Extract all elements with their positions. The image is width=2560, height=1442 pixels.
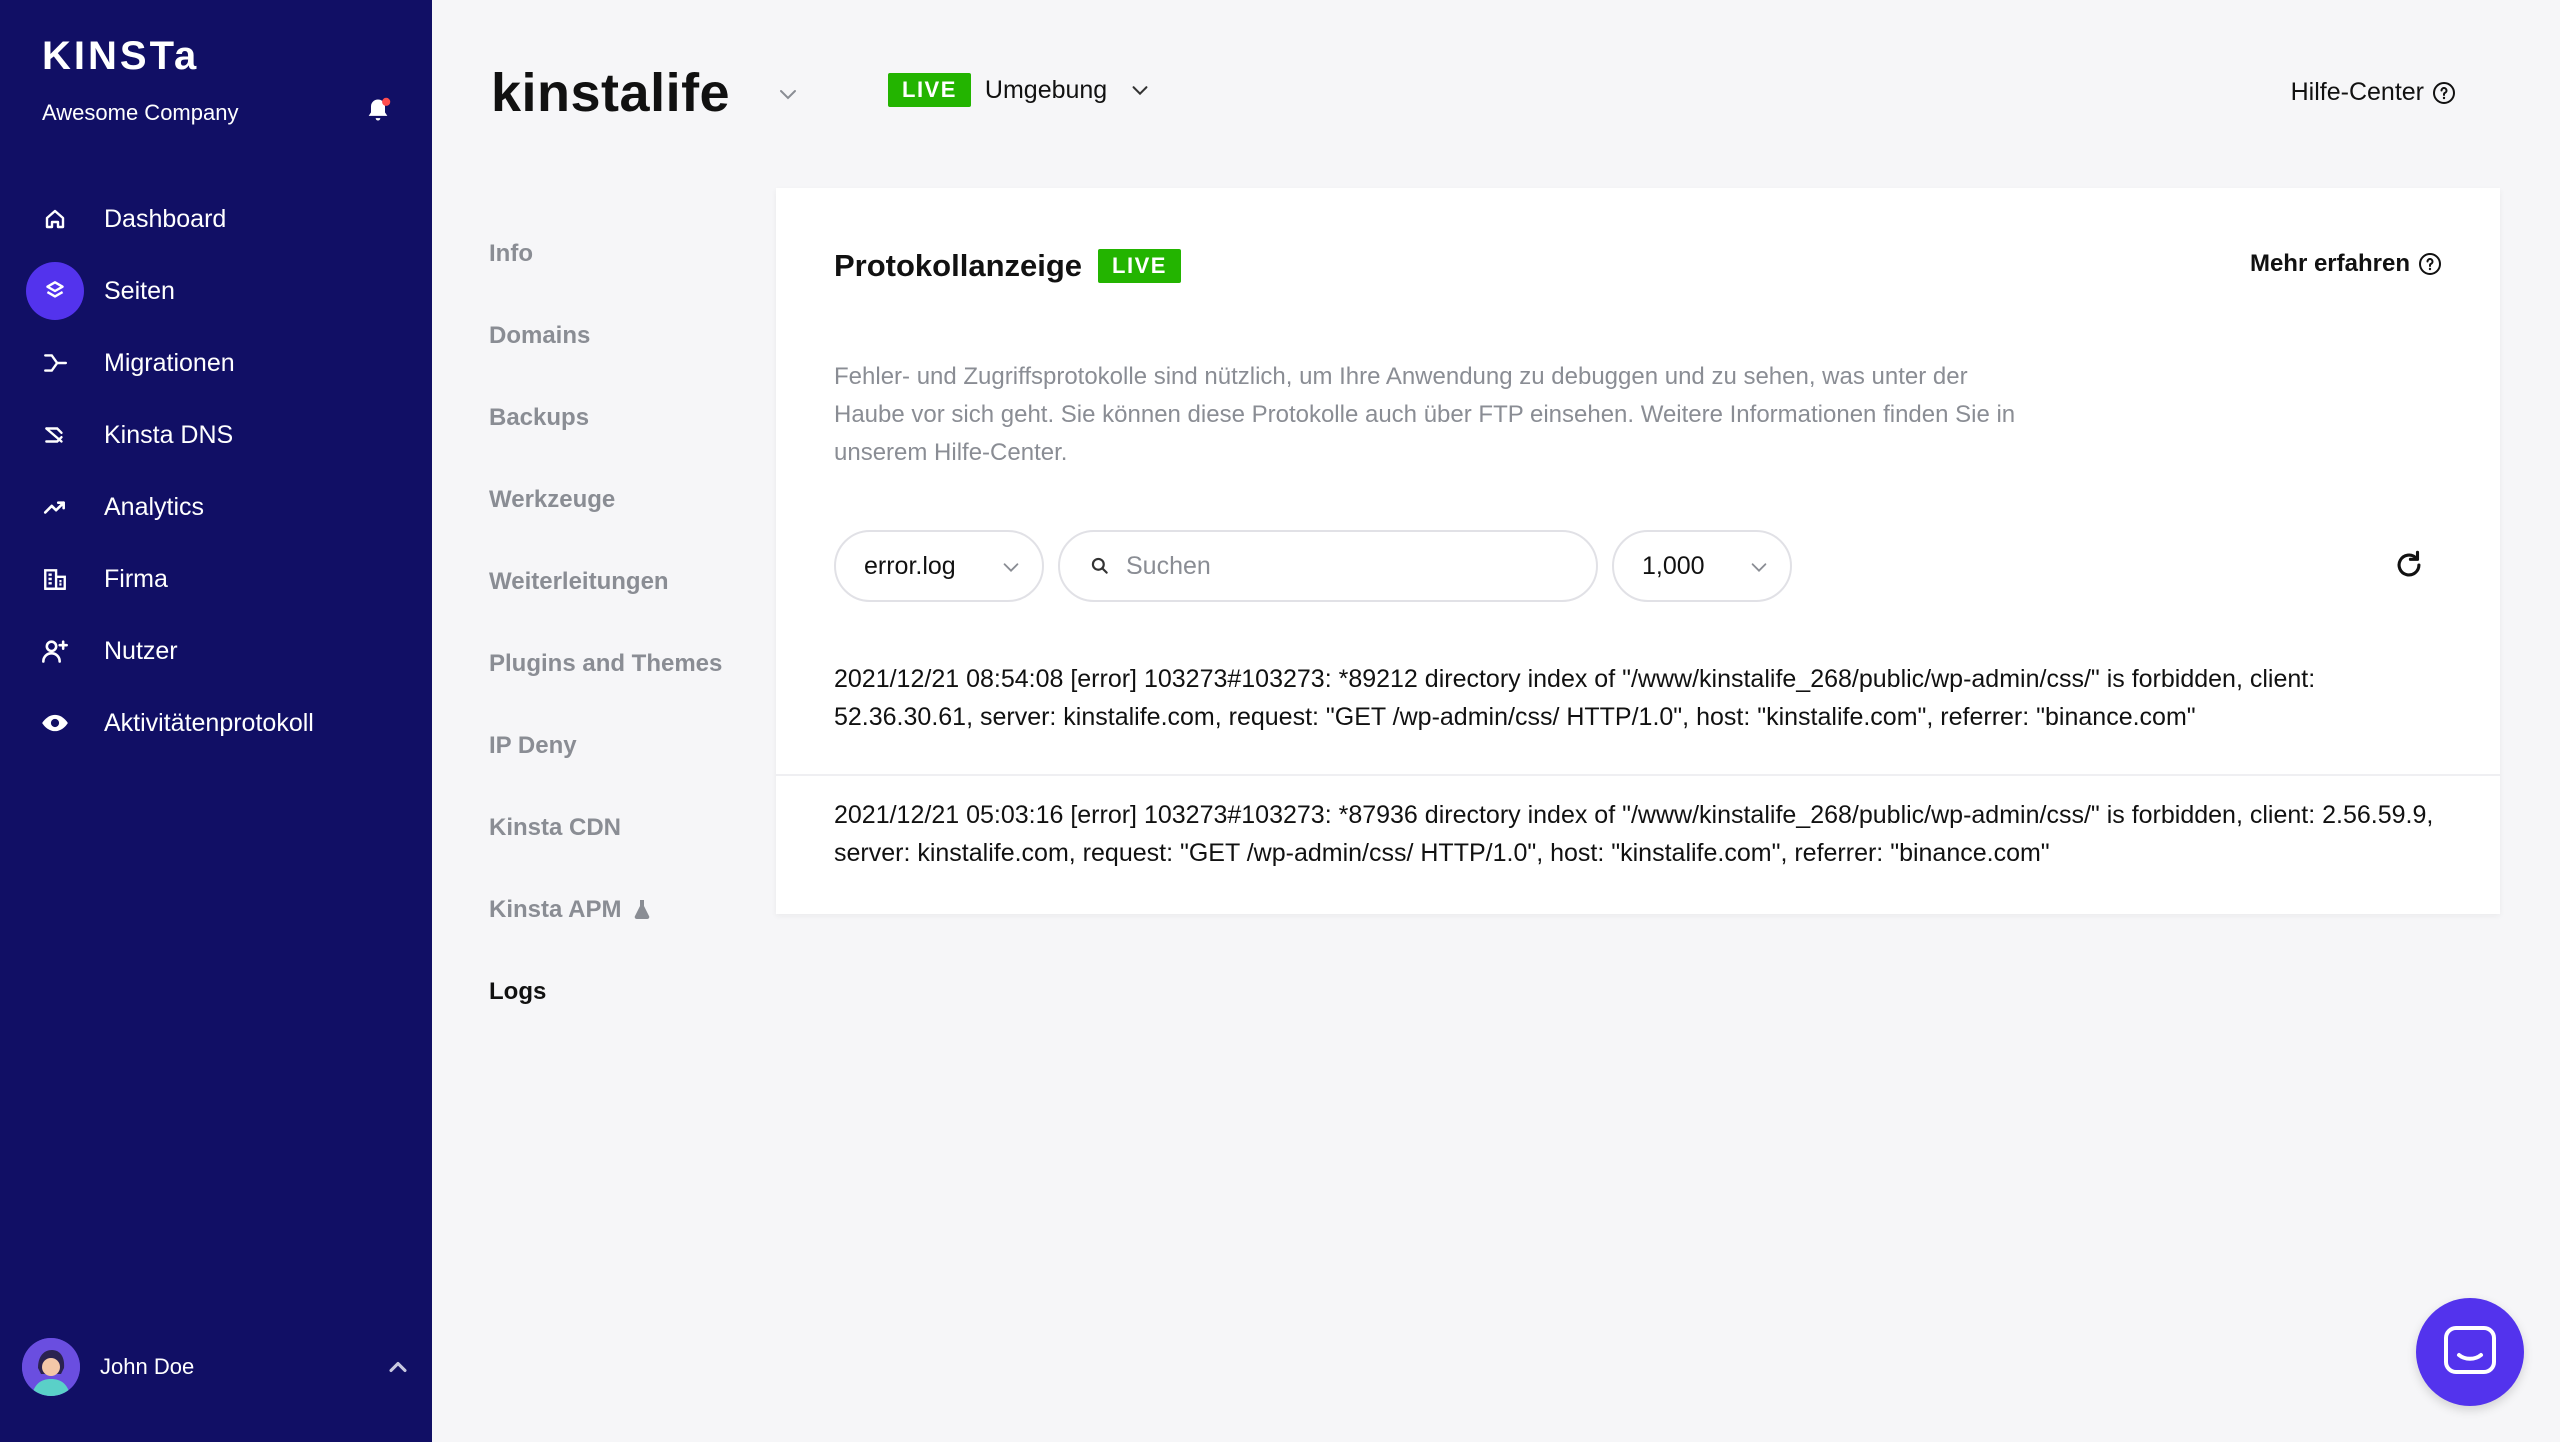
- bell-icon[interactable]: [364, 96, 392, 124]
- environment-selector[interactable]: LIVE Umgebung: [888, 73, 1151, 107]
- flask-icon: [635, 900, 650, 920]
- log-entry: 2021/12/21 05:03:16 [error] 103273#10327…: [834, 801, 2434, 867]
- subnav-item-logs[interactable]: Logs: [489, 978, 722, 1060]
- card-title: Protokollanzeige: [834, 248, 1083, 283]
- card-description: Fehler- und Zugriffsprotokolle sind nütz…: [834, 363, 2016, 466]
- log-controls: error.log 1,000: [834, 530, 2454, 602]
- sidebar-item-label: Seiten: [104, 276, 175, 305]
- add-user-icon: [26, 622, 84, 680]
- live-badge: LIVE: [1098, 249, 1181, 283]
- sidebar-item-firma[interactable]: Firma: [26, 550, 416, 608]
- sidebar-item-analytics[interactable]: Analytics: [26, 478, 416, 536]
- site-subnav: Info Domains Backups Werkzeuge Weiterlei…: [489, 240, 722, 1060]
- sidebar-item-aktivitaetenprotokoll[interactable]: Aktivitätenprotokoll: [26, 694, 416, 752]
- log-list: 2021/12/21 08:54:08 [error] 103273#10327…: [776, 640, 2500, 912]
- environment-label: Umgebung: [984, 75, 1108, 104]
- sidebar-item-nutzer[interactable]: Nutzer: [26, 622, 416, 680]
- sidebar-item-kinsta-dns[interactable]: Kinsta DNS: [26, 406, 416, 464]
- sidebar: KINSTa Awesome Company Dashboard Seiten …: [0, 0, 432, 1442]
- sidebar-item-label: Aktivitätenprotokoll: [104, 708, 314, 737]
- main-nav: Dashboard Seiten Migrationen Kinsta DNS …: [26, 190, 416, 766]
- subnav-item-domains[interactable]: Domains: [489, 322, 722, 404]
- chevron-down-icon: [1003, 563, 1019, 572]
- subnav-item-info[interactable]: Info: [489, 240, 722, 322]
- search-input[interactable]: [1126, 551, 1566, 581]
- help-center-link[interactable]: Hilfe-Center: [2291, 78, 2456, 107]
- subnav-item-plugins-themes[interactable]: Plugins and Themes: [489, 650, 722, 732]
- company-name[interactable]: Awesome Company: [42, 100, 238, 126]
- sidebar-item-label: Nutzer: [104, 636, 178, 665]
- log-file-value: error.log: [864, 551, 956, 580]
- home-icon: [26, 190, 84, 248]
- chat-icon: [2444, 1326, 2496, 1374]
- line-count-value: 1,000: [1642, 551, 1705, 580]
- sidebar-item-label: Kinsta DNS: [104, 420, 234, 449]
- chevron-down-icon[interactable]: [776, 82, 800, 106]
- migration-icon: [26, 334, 84, 392]
- chevron-down-icon: [1751, 563, 1767, 572]
- log-viewer-card: Protokollanzeige LIVE Mehr erfahren Fehl…: [776, 188, 2500, 914]
- chevron-up-icon[interactable]: [384, 1353, 412, 1381]
- sidebar-item-dashboard[interactable]: Dashboard: [26, 190, 416, 248]
- sidebar-item-label: Firma: [104, 564, 168, 593]
- help-center-label: Hilfe-Center: [2290, 78, 2424, 106]
- sidebar-item-label: Migrationen: [104, 348, 235, 377]
- building-icon: [26, 550, 84, 608]
- search-icon: [1091, 557, 1108, 574]
- subnav-item-label: Kinsta APM: [489, 896, 622, 923]
- layers-icon: [26, 262, 84, 320]
- kinsta-logo[interactable]: KINSTa: [42, 34, 199, 79]
- help-icon: [2419, 253, 2441, 275]
- search-box[interactable]: [1058, 530, 1598, 602]
- subnav-item-backups[interactable]: Backups: [489, 404, 722, 486]
- refresh-icon[interactable]: [2392, 548, 2426, 582]
- subnav-item-ip-deny[interactable]: IP Deny: [489, 732, 722, 814]
- subnav-item-weiterleitungen[interactable]: Weiterleitungen: [489, 568, 722, 650]
- trend-icon: [26, 478, 84, 536]
- log-entry: 2021/12/21 08:54:08 [error] 103273#10327…: [776, 640, 2500, 776]
- subnav-item-kinsta-apm[interactable]: Kinsta APM: [489, 896, 722, 978]
- log-file-select[interactable]: error.log: [834, 530, 1044, 602]
- chevron-down-icon: [1132, 86, 1148, 96]
- chat-launcher-button[interactable]: [2416, 1298, 2524, 1406]
- eye-icon: [26, 694, 84, 752]
- card-header: Protokollanzeige LIVE: [834, 248, 1181, 284]
- help-icon: [2433, 81, 2455, 104]
- sidebar-item-seiten[interactable]: Seiten: [26, 262, 416, 320]
- live-badge: LIVE: [888, 73, 971, 107]
- subnav-item-werkzeuge[interactable]: Werkzeuge: [489, 486, 722, 568]
- sidebar-item-migrationen[interactable]: Migrationen: [26, 334, 416, 392]
- site-title: kinstalife: [491, 63, 731, 123]
- subnav-item-kinsta-cdn[interactable]: Kinsta CDN: [489, 814, 722, 896]
- learn-more-label: Mehr erfahren: [2249, 250, 2410, 277]
- line-count-select[interactable]: 1,000: [1612, 530, 1792, 602]
- user-name: John Doe: [100, 1354, 195, 1379]
- user-menu[interactable]: John Doe: [22, 1338, 412, 1396]
- avatar[interactable]: [22, 1338, 80, 1396]
- sidebar-item-label: Dashboard: [104, 204, 227, 233]
- learn-more-link[interactable]: Mehr erfahren: [2250, 250, 2442, 278]
- dns-icon: [26, 406, 84, 464]
- sidebar-item-label: Analytics: [104, 492, 205, 521]
